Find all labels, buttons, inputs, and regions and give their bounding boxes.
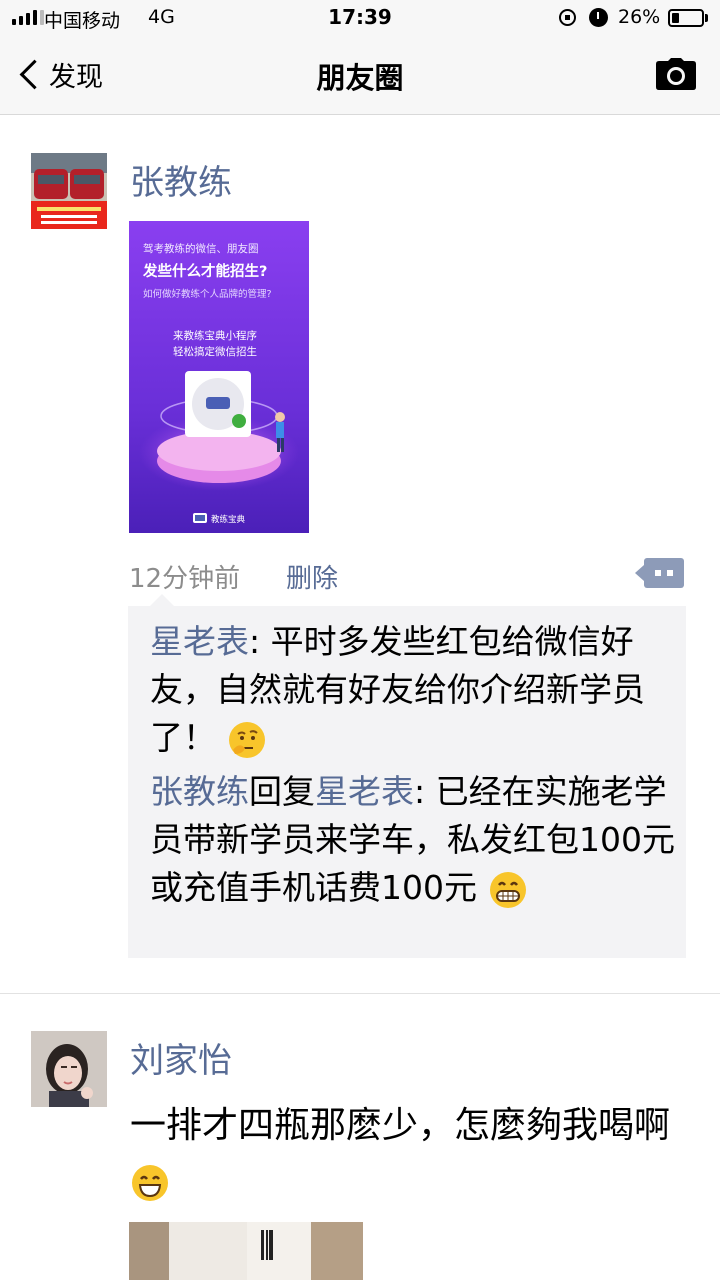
clock: 17:39: [328, 5, 392, 29]
grinning-emoji-icon: [489, 871, 526, 908]
promo-line-3: 如何做好教练个人品牌的管理?: [143, 288, 272, 300]
post-text: 一排才四瓶那麽少，怎麼夠我喝啊: [130, 1098, 690, 1210]
page-title: 朋友圈: [316, 61, 404, 95]
post-author[interactable]: 张教练: [130, 155, 232, 204]
post-body: 一排才四瓶那麽少，怎麼夠我喝啊: [130, 1105, 671, 1146]
smile-emoji-icon: [132, 1165, 168, 1201]
avatar[interactable]: [31, 153, 107, 229]
rotation-lock-icon: [559, 9, 576, 26]
post-time: 12分钟前: [129, 564, 241, 594]
delete-link[interactable]: 删除: [286, 558, 338, 595]
battery-icon: [668, 9, 704, 27]
battery-percent: 26%: [618, 6, 661, 28]
post-divider: [0, 993, 720, 994]
promo-line-1: 驾考教练的微信、朋友圈: [143, 242, 259, 255]
reply-word: 回复: [249, 772, 315, 811]
comment-author[interactable]: 星老表: [150, 622, 249, 661]
avatar[interactable]: [31, 1031, 107, 1107]
nav-bar: 发现 朋友圈: [0, 36, 720, 115]
alarm-icon: [589, 8, 608, 27]
battery-tip: [705, 14, 708, 22]
promo-line-5: 轻松搞定微信招生: [173, 345, 257, 358]
post-image[interactable]: [129, 1222, 363, 1280]
post-image[interactable]: 驾考教练的微信、朋友圈 发些什么才能招生? 如何做好教练个人品牌的管理? 来教练…: [129, 221, 309, 533]
thinking-emoji-icon: [228, 721, 265, 758]
promo-line-4: 来教练宝典小程序: [173, 329, 257, 342]
camera-icon[interactable]: [656, 58, 696, 90]
post-author[interactable]: 刘家怡: [130, 1033, 232, 1082]
reply-to-name[interactable]: 星老表: [315, 772, 414, 811]
comment-item[interactable]: 张教练回复星老表: 已经在实施老学员带新学员来学车，私发红包100元或充值手机话…: [150, 768, 680, 912]
promo-headline: 发些什么才能招生?: [142, 262, 267, 280]
dot-icon: [667, 570, 673, 576]
status-bar: 中国移动 4G 17:39 26%: [0, 0, 720, 36]
comment-area: 星老表: 平时多发些红包给微信好友，自然就有好友给你介绍新学员了！ 张教练回复星…: [128, 594, 686, 958]
comment-more-button[interactable]: [635, 558, 684, 588]
battery-level: [672, 13, 679, 23]
comment-author[interactable]: 张教练: [150, 772, 249, 811]
promo-footer: 教练宝典: [211, 514, 246, 525]
comment-item[interactable]: 星老表: 平时多发些红包给微信好友，自然就有好友给你介绍新学员了！: [150, 618, 680, 762]
dot-icon: [655, 570, 661, 576]
